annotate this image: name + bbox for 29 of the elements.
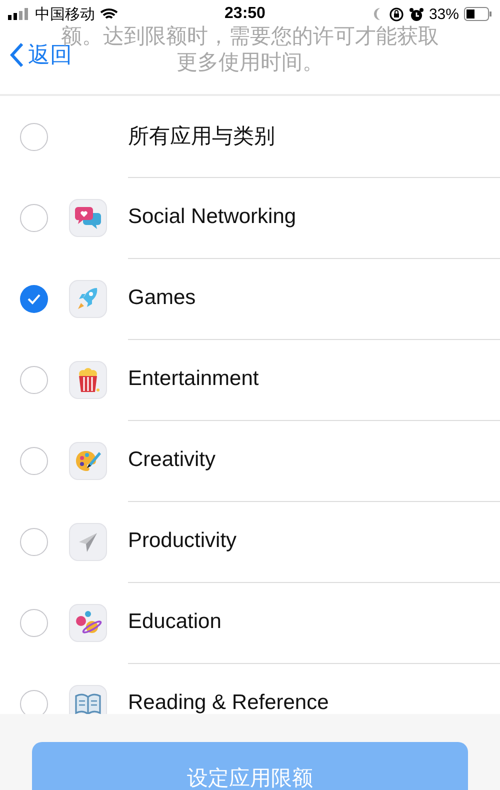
category-label[interactable]: Entertainment (128, 367, 259, 391)
alarm-icon (408, 6, 424, 22)
radio-button[interactable] (20, 366, 48, 394)
planets-icon (74, 608, 102, 636)
back-chevron-icon (10, 42, 24, 68)
category-label[interactable]: Social Networking (128, 205, 296, 229)
category-label[interactable]: Reading & Reference (128, 691, 329, 714)
radio-button[interactable] (20, 690, 48, 714)
carrier-name: 中国移动 (35, 4, 95, 24)
wifi-icon (100, 8, 118, 20)
category-label[interactable]: Creativity (128, 448, 216, 472)
category-label[interactable]: 所有应用与类别 (128, 122, 275, 150)
description-text: 更多使用时间。 (176, 50, 324, 76)
battery-icon (464, 7, 492, 21)
category-label[interactable]: Education (128, 610, 222, 634)
category-label[interactable]: Productivity (128, 529, 237, 553)
radio-button[interactable] (20, 608, 48, 636)
signal-icon (8, 8, 30, 20)
chat-bubbles-icon (74, 204, 102, 230)
rotation-lock-icon (388, 6, 404, 22)
radio-button[interactable] (20, 122, 48, 150)
radio-button[interactable] (20, 204, 48, 232)
radio-button[interactable] (20, 446, 48, 474)
category-label[interactable]: Games (128, 286, 196, 310)
radio-button[interactable] (20, 284, 48, 312)
checkmark-icon (27, 292, 41, 304)
radio-button[interactable] (20, 528, 48, 556)
clock-time: 23:50 (224, 5, 266, 23)
battery-percent: 33% (428, 6, 459, 22)
